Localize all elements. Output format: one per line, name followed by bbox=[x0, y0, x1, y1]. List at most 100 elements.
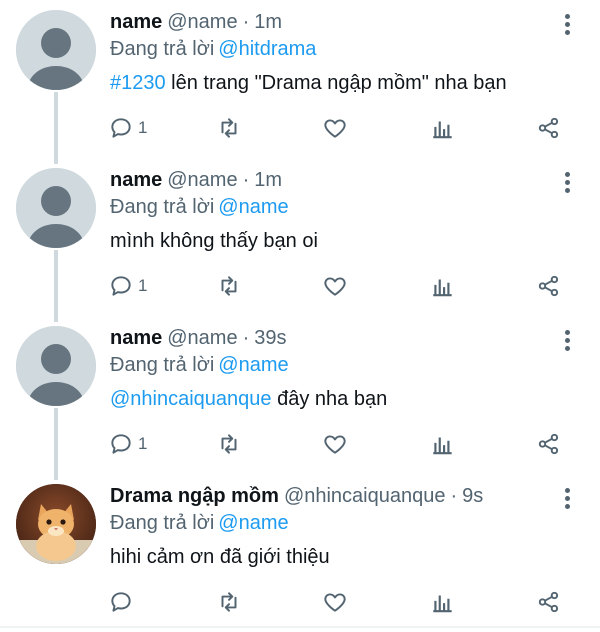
replying-to: Đang trả lời @name bbox=[110, 354, 289, 377]
tweet-text: mình không thấy bạn oi bbox=[110, 230, 318, 253]
separator-dot: · bbox=[450, 484, 458, 507]
hashtag-link[interactable]: #1230 bbox=[110, 72, 166, 94]
reply-button[interactable]: 1 bbox=[108, 272, 147, 300]
display-name[interactable]: name bbox=[110, 11, 162, 34]
tweet-actions: 1 bbox=[108, 114, 578, 142]
replying-to-label: Đang trả lời bbox=[110, 196, 215, 218]
reply-mention-link[interactable]: @hitdrama bbox=[218, 38, 316, 60]
retweet-button[interactable] bbox=[216, 430, 242, 458]
timestamp[interactable]: 1m bbox=[254, 11, 282, 34]
tweet-actions: 1 bbox=[108, 430, 578, 458]
replying-to: Đang trả lời @hitdrama bbox=[110, 38, 316, 61]
reply-icon bbox=[111, 592, 131, 612]
analytics-icon bbox=[433, 121, 452, 139]
reply-count: 1 bbox=[138, 276, 148, 295]
tweet-header: name @name · 1m bbox=[110, 8, 282, 36]
divider bbox=[0, 626, 600, 628]
reply-tweet[interactable]: name @name · 1m Đang trả lời @name mình k… bbox=[0, 166, 600, 316]
tweet-header: name @name · 1m bbox=[110, 166, 282, 194]
like-button[interactable] bbox=[322, 114, 348, 142]
timestamp[interactable]: 39s bbox=[254, 327, 286, 350]
retweet-icon bbox=[221, 118, 237, 138]
avatar[interactable] bbox=[16, 326, 96, 406]
reply-count: 1 bbox=[138, 434, 148, 453]
more-options-icon[interactable] bbox=[556, 10, 578, 38]
tweet-body: lên trang "Drama ngập mồm" nha bạn bbox=[165, 72, 507, 94]
reply-count: 1 bbox=[138, 118, 148, 137]
tweet-body: đây nha bạn bbox=[271, 388, 388, 410]
reply-button[interactable] bbox=[108, 588, 134, 616]
tweet-header: name @name · 39s bbox=[110, 324, 287, 352]
tweet-body: mình không thấy bạn oi bbox=[110, 230, 318, 252]
like-button[interactable] bbox=[322, 272, 348, 300]
more-options-icon[interactable] bbox=[556, 484, 578, 512]
tweet-text: hihi cảm ơn đã giới thiệu bbox=[110, 546, 330, 569]
tweet-actions: 1 bbox=[108, 272, 578, 300]
more-options-icon[interactable] bbox=[556, 168, 578, 196]
separator-dot: · bbox=[242, 168, 250, 191]
user-handle[interactable]: @name bbox=[167, 169, 237, 192]
reply-mention-link[interactable]: @name bbox=[218, 512, 288, 534]
reply-tweet[interactable]: Drama ngập mồm @nhincaiquanque · 9s Đang… bbox=[0, 482, 600, 626]
display-name[interactable]: name bbox=[110, 327, 162, 350]
reply-mention-link[interactable]: @name bbox=[218, 354, 288, 376]
share-icon bbox=[538, 433, 559, 455]
replying-to: Đang trả lời @name bbox=[110, 512, 289, 535]
timestamp[interactable]: 1m bbox=[254, 169, 282, 192]
user-handle[interactable]: @nhincaiquanque bbox=[284, 485, 446, 508]
avatar[interactable] bbox=[16, 168, 96, 248]
share-button[interactable] bbox=[536, 272, 562, 300]
avatar[interactable] bbox=[16, 484, 96, 564]
separator-dot: · bbox=[242, 10, 250, 33]
reply-mention-link[interactable]: @name bbox=[218, 196, 288, 218]
reply-icon bbox=[111, 434, 131, 454]
heart-icon bbox=[324, 435, 346, 454]
reply-tweet[interactable]: name @name · 1m Đang trả lời @hitdrama #1… bbox=[0, 8, 600, 158]
heart-icon bbox=[324, 119, 346, 138]
replying-to-label: Đang trả lời bbox=[110, 38, 215, 60]
analytics-button[interactable] bbox=[430, 114, 456, 142]
tweet-text: @nhincaiquanque đây nha bạn bbox=[110, 388, 387, 411]
reply-icon bbox=[111, 276, 131, 296]
retweet-icon bbox=[221, 592, 237, 612]
share-icon bbox=[538, 117, 559, 139]
retweet-button[interactable] bbox=[216, 588, 242, 616]
analytics-button[interactable] bbox=[430, 588, 456, 616]
share-icon bbox=[538, 591, 559, 613]
analytics-icon bbox=[433, 437, 452, 455]
tweet-header: Drama ngập mồm @nhincaiquanque · 9s bbox=[110, 482, 483, 510]
user-handle[interactable]: @name bbox=[167, 11, 237, 34]
share-button[interactable] bbox=[536, 114, 562, 142]
share-icon bbox=[538, 275, 559, 297]
analytics-button[interactable] bbox=[430, 272, 456, 300]
replying-to-label: Đang trả lời bbox=[110, 512, 215, 534]
replying-to-label: Đang trả lời bbox=[110, 354, 215, 376]
tweet-body: hihi cảm ơn đã giới thiệu bbox=[110, 546, 330, 568]
analytics-icon bbox=[433, 279, 452, 297]
reply-button[interactable]: 1 bbox=[108, 114, 147, 142]
display-name[interactable]: Drama ngập mồm bbox=[110, 485, 279, 508]
retweet-icon bbox=[221, 434, 237, 454]
reply-icon bbox=[111, 118, 131, 138]
reply-button[interactable]: 1 bbox=[108, 430, 147, 458]
avatar[interactable] bbox=[16, 10, 96, 90]
mention-link[interactable]: @nhincaiquanque bbox=[110, 388, 272, 410]
retweet-button[interactable] bbox=[216, 272, 242, 300]
like-button[interactable] bbox=[322, 430, 348, 458]
analytics-icon bbox=[433, 595, 452, 613]
cat-photo bbox=[16, 484, 96, 564]
more-options-icon[interactable] bbox=[556, 326, 578, 354]
tweet-text: #1230 lên trang "Drama ngập mồm" nha bạn bbox=[110, 72, 507, 95]
tweet-actions bbox=[108, 588, 578, 616]
replying-to: Đang trả lời @name bbox=[110, 196, 289, 219]
analytics-button[interactable] bbox=[430, 430, 456, 458]
user-handle[interactable]: @name bbox=[167, 327, 237, 350]
retweet-icon bbox=[221, 276, 237, 296]
like-button[interactable] bbox=[322, 588, 348, 616]
share-button[interactable] bbox=[536, 588, 562, 616]
share-button[interactable] bbox=[536, 430, 562, 458]
display-name[interactable]: name bbox=[110, 169, 162, 192]
reply-tweet[interactable]: name @name · 39s Đang trả lời @name @nhin… bbox=[0, 324, 600, 474]
retweet-button[interactable] bbox=[216, 114, 242, 142]
timestamp[interactable]: 9s bbox=[462, 485, 483, 508]
